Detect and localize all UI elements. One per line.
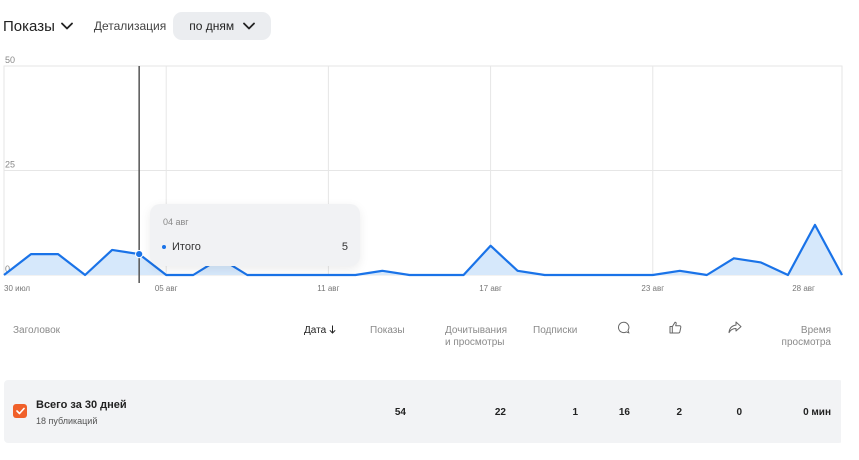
- like-icon[interactable]: [669, 321, 682, 339]
- chart-tooltip: 04 авг Итого 5: [150, 204, 360, 266]
- total-likes: 2: [676, 407, 682, 418]
- total-reads: 22: [494, 407, 506, 418]
- column-header-subscriptions[interactable]: Подписки: [533, 325, 577, 337]
- sort-arrow-down-icon: [329, 325, 336, 336]
- column-header-watch-time-line2: просмотра: [781, 337, 831, 348]
- chevron-down-icon: [243, 22, 256, 30]
- x-tick-label: 05 авг: [155, 284, 178, 293]
- tooltip-series-name: Итого: [172, 241, 201, 253]
- checkmark-icon: [15, 402, 25, 420]
- views-chart-svg: 5025030 июл 05 авг 11 авг 17 авг 23 авг 28 ав…: [3, 55, 843, 293]
- column-header-date[interactable]: Дата: [304, 325, 336, 337]
- x-tick-label: 23 авг: [641, 284, 664, 293]
- tooltip-date: 04 авг: [163, 217, 189, 227]
- granularity-dropdown[interactable]: по дням: [173, 12, 272, 40]
- y-tick-label: 25: [5, 160, 15, 170]
- total-watch-time: 0 мин: [803, 407, 831, 418]
- total-title: Всего за 30 дней: [36, 399, 127, 411]
- x-tick-label: 28 авг: [792, 284, 815, 293]
- x-tick-label: 11 авг: [317, 284, 339, 293]
- column-header-reads-line2: и просмотры: [445, 337, 505, 348]
- total-views: 54: [394, 407, 406, 418]
- views-chart: 50 25 0 30 июл 05 авг 11 авг 17 авг 23 авг 28 ав…: [0, 54, 859, 300]
- x-tick-label: 17 авг: [479, 284, 502, 293]
- total-checkbox[interactable]: [13, 404, 27, 418]
- column-header-title[interactable]: Заголовок: [13, 325, 60, 337]
- y-tick-label: 50: [5, 55, 15, 65]
- comment-icon[interactable]: [617, 321, 630, 339]
- detail-label: Детализация: [93, 19, 167, 33]
- highlighted-data-point: [135, 250, 144, 259]
- column-header-reads-line1: Дочитывания: [445, 325, 508, 336]
- total-subtitle: 18 публикаций: [36, 416, 98, 426]
- column-header-date-label: Дата: [304, 325, 327, 336]
- column-header-reads[interactable]: Дочитывания и просмотры: [445, 325, 507, 349]
- total-comments: 16: [618, 407, 630, 418]
- granularity-value: по дням: [189, 19, 235, 33]
- total-subscriptions: 1: [572, 407, 578, 418]
- row-divider: [841, 380, 843, 443]
- column-header-watch-time-line1: Время: [800, 325, 831, 336]
- series-area: [4, 224, 842, 275]
- series-dot-icon: [162, 245, 166, 249]
- column-header-watch-time[interactable]: Время просмотра: [781, 325, 831, 349]
- column-header-views[interactable]: Показы: [370, 325, 405, 337]
- share-icon[interactable]: [728, 321, 742, 339]
- metric-dropdown-label: Показы: [3, 17, 55, 35]
- table-row-total[interactable]: Всего за 30 дней 18 публикаций 54 22 1 1…: [4, 380, 843, 443]
- chevron-down-icon: [60, 22, 73, 30]
- tooltip-value: 5: [341, 241, 348, 253]
- total-shares: 0: [736, 407, 742, 418]
- toolbar: Показы Детализация по дням: [0, 12, 272, 40]
- metric-dropdown[interactable]: Показы: [3, 18, 73, 35]
- x-tick-label: 30 июл: [4, 284, 30, 293]
- tooltip-row: Итого 5: [162, 241, 348, 253]
